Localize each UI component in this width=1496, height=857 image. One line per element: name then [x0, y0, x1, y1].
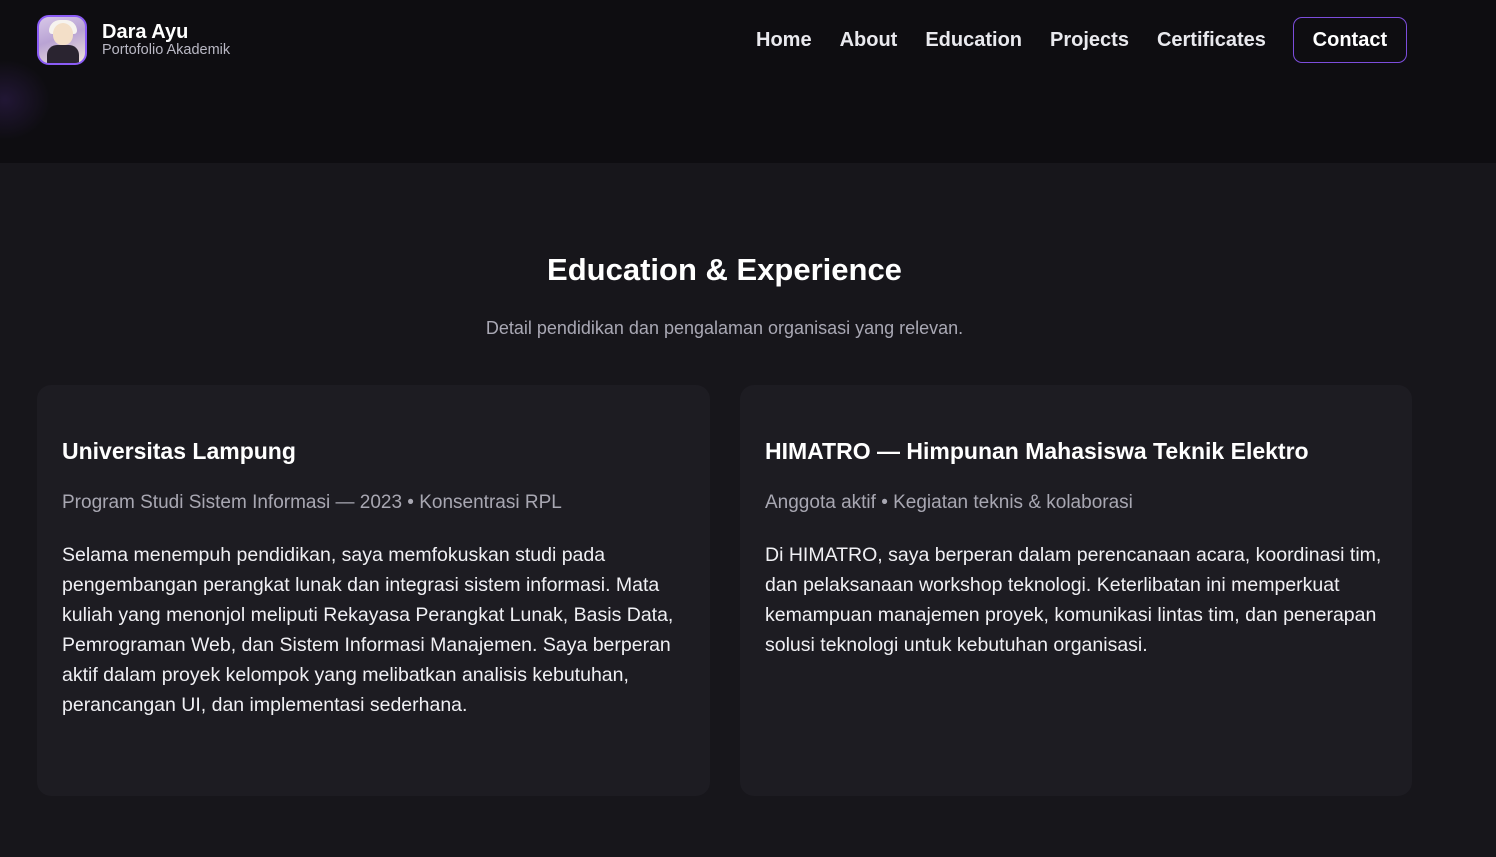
nav-projects-link[interactable]: Projects	[1036, 17, 1143, 63]
card-title: Universitas Lampung	[62, 438, 296, 464]
section-title: Education & Experience	[547, 252, 902, 287]
nav-about-link[interactable]: About	[826, 17, 912, 63]
card-description: Selama menempuh pendidikan, saya memfoku…	[62, 544, 674, 716]
avatar-body	[47, 45, 79, 63]
avatar	[37, 15, 87, 65]
brand-subtitle: Portofolio Akademik	[102, 41, 231, 58]
card-description: Di HIMATRO, saya berperan dalam perencan…	[765, 544, 1382, 656]
education-card-university: Universitas Lampung Program Studi Sistem…	[37, 385, 710, 796]
nav-education-link[interactable]: Education	[911, 17, 1036, 63]
card-title: HIMATRO — Himpunan Mahasiswa Teknik Elek…	[765, 438, 1309, 464]
brand-name: Dara Ayu	[102, 20, 189, 43]
section-subtitle: Detail pendidikan dan pengalaman organis…	[485, 318, 964, 338]
nav-links: Home About Education Projects Certificat…	[742, 17, 1407, 63]
nav-home-link[interactable]: Home	[742, 17, 826, 63]
contact-button[interactable]: Contact	[1292, 17, 1407, 63]
brand[interactable]: Dara Ayu Portofolio Akademik	[37, 15, 230, 65]
top-navbar: Dara Ayu Portofolio Akademik Home About …	[0, 0, 1496, 80]
avatar-face	[53, 23, 73, 45]
card-meta: Anggota aktif • Kegiatan teknis & kolabo…	[765, 492, 1133, 513]
card-meta: Program Studi Sistem Informasi — 2023 • …	[62, 492, 562, 513]
nav-certificates-link[interactable]: Certificates	[1143, 17, 1280, 63]
experience-card-himatro: HIMATRO — Himpunan Mahasiswa Teknik Elek…	[740, 385, 1412, 796]
brand-text: Dara Ayu Portofolio Akademik	[102, 21, 230, 58]
